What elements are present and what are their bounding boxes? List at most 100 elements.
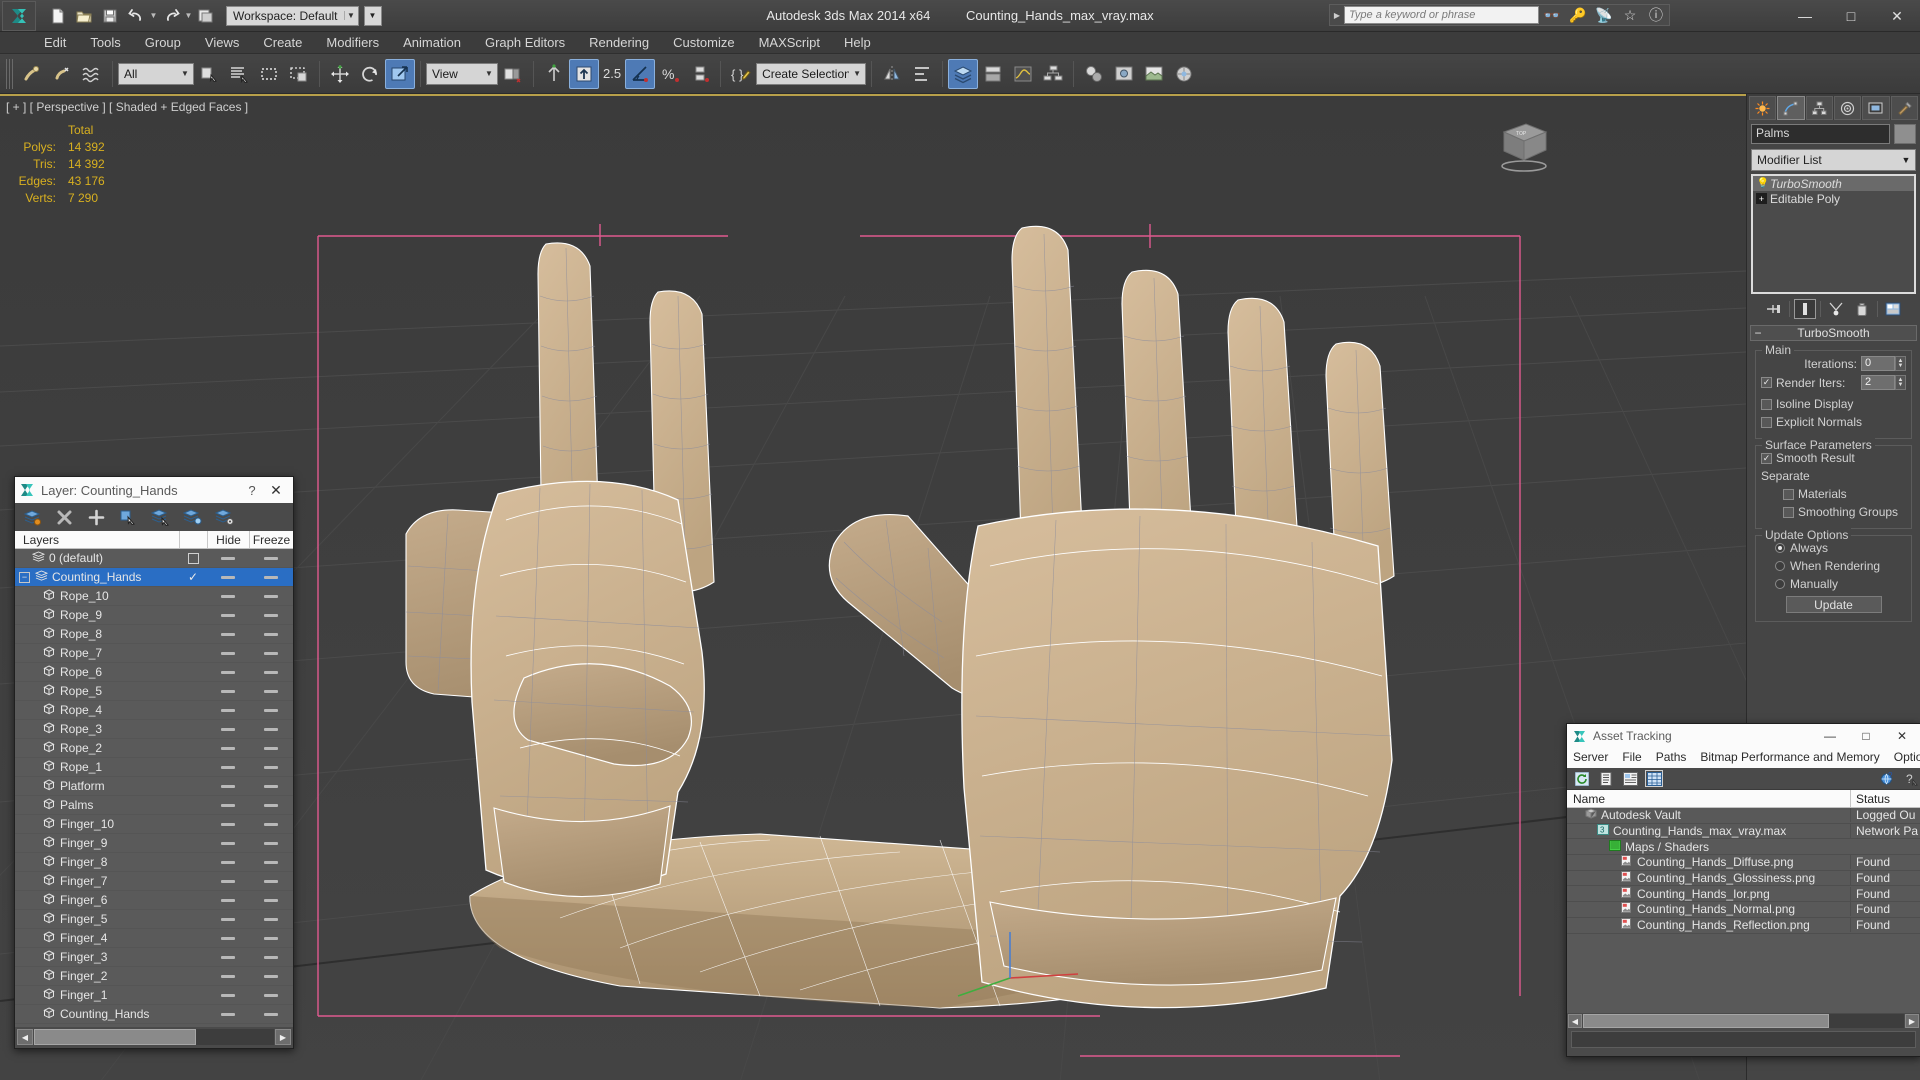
- layer-row[interactable]: Rope_5: [15, 682, 293, 701]
- layer-row[interactable]: − Counting_Hands ✓: [15, 568, 293, 587]
- minimize-button[interactable]: —: [1812, 724, 1848, 748]
- application-menu-button[interactable]: [2, 0, 36, 31]
- layer-freeze-cell[interactable]: [249, 1012, 293, 1016]
- menu-views[interactable]: Views: [193, 33, 251, 52]
- layer-freeze-cell[interactable]: [249, 708, 293, 712]
- layer-hide-cell[interactable]: [207, 594, 249, 598]
- delete-layer-icon[interactable]: [53, 506, 75, 528]
- layer-hide-cell[interactable]: [207, 917, 249, 921]
- layer-horizontal-scrollbar[interactable]: ◀ ▶: [15, 1027, 293, 1047]
- layer-freeze-cell[interactable]: [249, 993, 293, 997]
- snaps-toggle-icon[interactable]: [569, 58, 599, 89]
- save-file-icon[interactable]: [98, 4, 122, 28]
- spinner-arrows-icon[interactable]: ▲ ▼: [1895, 356, 1906, 371]
- display-tab[interactable]: [1862, 96, 1890, 120]
- schematic-view-icon[interactable]: [1038, 59, 1068, 89]
- redo-icon[interactable]: [159, 4, 183, 28]
- reference-coord-system-combo[interactable]: View ▼: [426, 62, 498, 85]
- layer-hide-cell[interactable]: [207, 936, 249, 940]
- layer-freeze-cell[interactable]: [249, 803, 293, 807]
- asset-row[interactable]: Counting_Hands_Glossiness.png Found: [1567, 871, 1920, 887]
- layer-row[interactable]: Finger_10: [15, 815, 293, 834]
- modifier-stack[interactable]: 💡 TurboSmooth + Editable Poly: [1751, 174, 1916, 294]
- layer-active-check-icon[interactable]: ✓: [188, 570, 198, 584]
- favorites-star-icon[interactable]: ☆: [1617, 7, 1643, 24]
- menu-rendering[interactable]: Rendering: [577, 33, 661, 52]
- rendered-frame-window-icon[interactable]: [1139, 59, 1169, 89]
- mirror-icon[interactable]: [877, 59, 907, 89]
- help-button[interactable]: ?: [241, 483, 263, 498]
- scroll-right-button[interactable]: ▶: [275, 1029, 291, 1045]
- spinner-arrows-icon[interactable]: ▲ ▼: [1895, 375, 1906, 390]
- rollout-header[interactable]: − TurboSmooth: [1750, 325, 1917, 341]
- layer-row[interactable]: Rope_2: [15, 739, 293, 758]
- asset-list[interactable]: Autodesk Vault Logged Ou 3 Counting_Hands_m…: [1567, 808, 1920, 1013]
- layer-dialog[interactable]: Layer: Counting_Hands ? ✕ Layers Hide Fr…: [14, 476, 294, 1049]
- utilities-tab[interactable]: [1890, 96, 1918, 120]
- layer-hide-cell[interactable]: [207, 784, 249, 788]
- layer-row[interactable]: Rope_3: [15, 720, 293, 739]
- create-new-layer-icon[interactable]: [21, 506, 43, 528]
- new-file-icon[interactable]: [46, 4, 70, 28]
- select-and-scale-icon[interactable]: [385, 58, 415, 89]
- undo-dropdown-arrow[interactable]: ▼: [150, 4, 158, 28]
- render-iters-value[interactable]: 2: [1861, 375, 1895, 390]
- material-editor-icon[interactable]: [1079, 59, 1109, 89]
- layer-hide-cell[interactable]: [207, 575, 249, 579]
- layer-hide-cell[interactable]: [207, 974, 249, 978]
- subscription-icon[interactable]: 📡: [1591, 7, 1617, 24]
- select-object-icon[interactable]: [194, 59, 224, 89]
- select-and-move-icon[interactable]: [325, 59, 355, 89]
- expand-icon[interactable]: +: [1756, 193, 1767, 204]
- asset-horizontal-scrollbar[interactable]: ◀ ▶: [1567, 1013, 1920, 1029]
- layer-row[interactable]: Finger_9: [15, 834, 293, 853]
- layer-list[interactable]: 0 (default) − Counting_Hands ✓ Rope_10 Rope_9…: [15, 549, 293, 1027]
- scroll-track[interactable]: [1583, 1014, 1904, 1028]
- bind-to-space-warp-icon[interactable]: [77, 59, 107, 89]
- layer-hide-cell[interactable]: [207, 860, 249, 864]
- workspace-selector[interactable]: Workspace: Default ▼: [226, 5, 359, 26]
- menu-bitmap-performance[interactable]: Bitmap Performance and Memory: [1700, 750, 1879, 764]
- layer-hide-cell[interactable]: [207, 708, 249, 712]
- manually-radio[interactable]: [1775, 579, 1785, 589]
- menu-group[interactable]: Group: [133, 33, 193, 52]
- toolbar-grip[interactable]: [6, 58, 13, 89]
- menu-file[interactable]: File: [1622, 750, 1641, 764]
- select-highlighted-icon[interactable]: [149, 506, 171, 528]
- layer-freeze-cell[interactable]: [249, 689, 293, 693]
- layer-hide-cell[interactable]: [207, 993, 249, 997]
- layer-freeze-cell[interactable]: [249, 556, 293, 560]
- layer-row[interactable]: 0 (default): [15, 549, 293, 568]
- layer-freeze-cell[interactable]: [249, 784, 293, 788]
- modifier-list-combo[interactable]: Modifier List ▼: [1751, 149, 1916, 171]
- layer-row[interactable]: Finger_2: [15, 967, 293, 986]
- layer-manager-icon[interactable]: [948, 58, 979, 89]
- materials-checkbox[interactable]: [1783, 488, 1794, 500]
- layer-dialog-titlebar[interactable]: Layer: Counting_Hands ? ✕: [15, 477, 293, 503]
- layer-hide-cell[interactable]: [207, 556, 249, 560]
- isoline-display-row[interactable]: Isoline Display: [1761, 396, 1906, 412]
- layer-row[interactable]: Rope_8: [15, 625, 293, 644]
- layer-freeze-cell[interactable]: [249, 917, 293, 921]
- collapse-icon[interactable]: −: [19, 571, 30, 583]
- layer-freeze-cell[interactable]: [249, 594, 293, 598]
- create-tab[interactable]: [1749, 96, 1777, 120]
- render-iters-spinner[interactable]: 2 ▲ ▼: [1861, 375, 1906, 390]
- layer-hide-cell[interactable]: [207, 765, 249, 769]
- close-button[interactable]: ✕: [1884, 724, 1920, 748]
- layer-freeze-cell[interactable]: [249, 651, 293, 655]
- asset-row[interactable]: 3 Counting_Hands_max_vray.max Network Pa: [1567, 824, 1920, 840]
- menu-maxscript[interactable]: MAXScript: [747, 33, 832, 52]
- stack-item-turbosmooth[interactable]: 💡 TurboSmooth: [1753, 176, 1914, 191]
- help-web-icon[interactable]: ?: [1878, 770, 1896, 787]
- layer-freeze-cell[interactable]: [249, 575, 293, 579]
- layer-hide-cell[interactable]: [207, 898, 249, 902]
- scroll-thumb[interactable]: [1583, 1014, 1829, 1028]
- menu-graph-editors[interactable]: Graph Editors: [473, 33, 577, 52]
- asset-row[interactable]: Counting_Hands_Diffuse.png Found: [1567, 855, 1920, 871]
- help-icon[interactable]: ?: [1902, 770, 1920, 787]
- menu-animation[interactable]: Animation: [391, 33, 473, 52]
- pin-stack-icon[interactable]: [1763, 299, 1785, 319]
- layer-row[interactable]: Finger_7: [15, 872, 293, 891]
- render-iters-checkbox[interactable]: ✓: [1761, 377, 1772, 388]
